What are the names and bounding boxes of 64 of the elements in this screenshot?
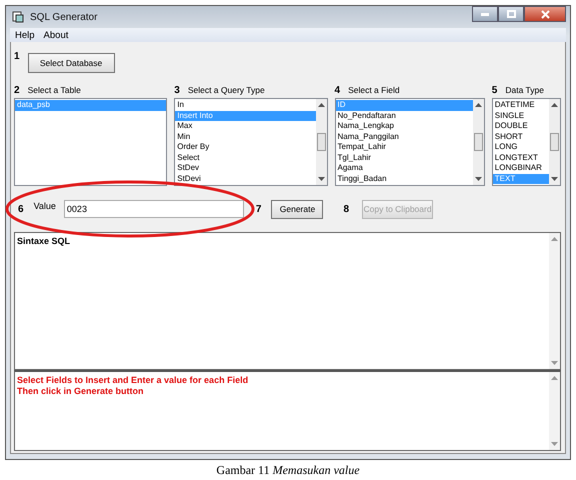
list-item[interactable]: Min [175, 132, 316, 142]
list-item[interactable]: Tinggi_Badan [336, 174, 473, 184]
menu-item[interactable]: About [44, 30, 68, 40]
up-arrow-icon[interactable] [318, 102, 324, 107]
list-item[interactable]: Order By [175, 142, 316, 152]
list-item[interactable]: Max [175, 121, 316, 132]
step-number: 3 [174, 84, 180, 96]
step-number: 2 [14, 84, 20, 96]
list-item[interactable]: SHORT [492, 132, 549, 142]
step-number: 4 [334, 84, 340, 96]
maximize-button[interactable] [498, 6, 524, 22]
list-item[interactable]: Tempat_Lahir [336, 142, 473, 152]
down-arrow-icon[interactable] [550, 177, 558, 182]
step-number: 5 [492, 84, 498, 96]
up-arrow-icon[interactable] [474, 102, 482, 107]
instruction-text: Then click in Generate button [17, 386, 145, 396]
minimize-button[interactable] [472, 6, 498, 22]
instruction-text: Select Fields to Insert and Enter a value for each Field [17, 375, 250, 386]
scrollbar[interactable] [548, 99, 560, 185]
app-icon [12, 11, 24, 23]
list-item[interactable]: Nama_Panggilan [336, 132, 473, 142]
list-item[interactable]: LONGBINAR [492, 163, 549, 174]
up-arrow-icon[interactable] [550, 102, 558, 107]
list-label: Select a Field [348, 85, 400, 95]
scrollbar-thumb[interactable] [474, 133, 483, 151]
list-item[interactable]: Agama [336, 163, 473, 174]
scrollbar[interactable] [472, 99, 484, 185]
step-number: 6 [18, 204, 24, 214]
window-title: SQL Generator [30, 12, 98, 22]
list-item[interactable]: Select [175, 152, 316, 163]
list-item[interactable]: StDev [175, 163, 316, 174]
list-item[interactable]: LONGTEXT [492, 152, 549, 163]
close-button[interactable] [524, 6, 566, 22]
list-item[interactable]: StDevi [175, 174, 316, 184]
list-item[interactable]: No_Pendaftaran [336, 110, 473, 121]
generate-button[interactable]: Generate [271, 200, 324, 218]
minimize-icon [481, 12, 489, 16]
scrollbar[interactable] [316, 99, 326, 185]
list-item[interactable]: DOUBLE [492, 121, 549, 132]
figure-caption: Gambar 11 Memasukan value [215, 463, 361, 477]
list-item[interactable]: Nama_Lengkap [336, 121, 473, 132]
list-item[interactable]: SINGLE [492, 110, 549, 121]
maximize-icon [506, 10, 516, 18]
list-label: Data Type [505, 85, 544, 95]
list-item[interactable]: DATETIME [492, 100, 549, 110]
scrollbar-thumb[interactable] [316, 133, 326, 151]
list-label: Select a Table [28, 85, 81, 95]
close-icon [540, 10, 550, 18]
step-number: 8 [343, 204, 350, 214]
scrollbar-thumb[interactable] [550, 133, 559, 151]
menu-item[interactable]: Help [15, 30, 35, 40]
list-item[interactable]: LONG [492, 142, 549, 152]
down-arrow-icon[interactable] [318, 177, 324, 182]
value-field[interactable]: 0023 [64, 200, 244, 218]
select-database-button[interactable]: Select Database [28, 53, 115, 73]
list-item[interactable]: In [175, 100, 316, 110]
step-number: 7 [256, 204, 262, 214]
down-arrow-icon[interactable] [474, 177, 482, 182]
step-number: 1 [14, 51, 20, 62]
sql-text-area[interactable]: Sintaxe SQL [14, 232, 561, 370]
list-label: Select a Query Type [188, 85, 265, 95]
sql-output: Sintaxe SQL [16, 235, 72, 248]
list-item[interactable]: Tgl_Lahir [336, 152, 473, 163]
value-label: Value [34, 201, 56, 211]
